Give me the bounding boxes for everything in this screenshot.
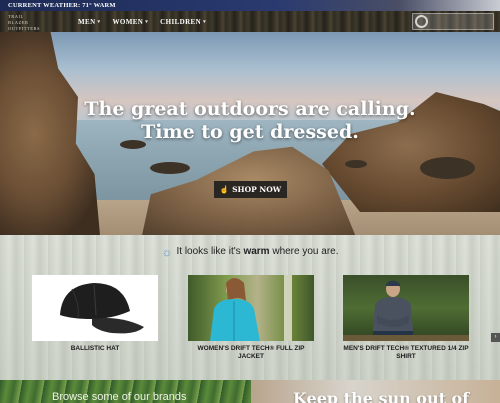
weather-message-prefix: It looks like it's xyxy=(176,246,244,257)
hat-illustration xyxy=(60,283,144,334)
product-image-womens-jacket[interactable] xyxy=(188,275,314,341)
search-icon[interactable] xyxy=(415,15,428,28)
hand-pointer-icon: ☝ xyxy=(219,185,230,194)
sun-icon: ☼ xyxy=(161,244,173,259)
nav-item-women[interactable]: WOMEN ▾ xyxy=(112,18,148,26)
jacket-illustration xyxy=(210,275,292,341)
weather-message-highlight: warm xyxy=(243,246,270,257)
weather-message-suffix: where you are. xyxy=(269,246,339,257)
chevron-down-icon: ▾ xyxy=(145,19,149,25)
search-input[interactable] xyxy=(412,13,494,30)
chevron-right-icon[interactable]: › xyxy=(491,333,500,342)
sun-protection-banner-text: Keep the sun out of xyxy=(293,389,470,403)
nav-item-label: WOMEN xyxy=(112,17,144,26)
hero-pebble xyxy=(345,160,367,168)
logo-line-1: TRAIL BLAZER xyxy=(8,14,29,25)
nav-item-label: CHILDREN xyxy=(160,17,202,26)
nav-links: MEN ▾ WOMEN ▾ CHILDREN ▾ xyxy=(78,11,206,32)
brands-banner[interactable]: Browse some of our brands xyxy=(0,380,251,403)
weather-message-text: It looks like it's warm where you are. xyxy=(177,246,339,257)
chevron-down-icon: ▾ xyxy=(97,19,101,25)
hero-title-line-1: The great outdoors are calling. xyxy=(84,98,416,120)
shop-now-button[interactable]: ☝ SHOP NOW xyxy=(214,181,287,198)
shop-now-label: SHOP NOW xyxy=(232,185,282,194)
product-image-ballistic-hat[interactable] xyxy=(32,275,158,341)
hero-pebble xyxy=(150,162,190,174)
brands-banner-text: Browse some of our brands xyxy=(52,391,187,403)
hero-title-line-2: Time to get dressed. xyxy=(141,121,359,143)
weather-bar-text: CURRENT WEATHER: 71° WARM xyxy=(8,2,116,9)
hero-pebble xyxy=(420,157,475,179)
weather-message: ☼ It looks like it's warm where you are. xyxy=(0,244,500,259)
product-title-mens-shirt[interactable]: MEN'S DRIFT TECH® TEXTURED 1/4 ZIP SHIRT xyxy=(343,345,469,361)
hero-title: The great outdoors are calling. Time to … xyxy=(0,98,500,144)
nav-item-men[interactable]: MEN ▾ xyxy=(78,18,100,26)
nav-item-label: MEN xyxy=(78,17,96,26)
weather-bar: CURRENT WEATHER: 71° WARM xyxy=(0,0,500,11)
site-logo[interactable]: TRAIL BLAZER OUTFITTERS xyxy=(8,14,44,31)
sun-protection-banner[interactable]: Keep the sun out of xyxy=(251,380,500,403)
hero-banner: The great outdoors are calling. Time to … xyxy=(0,32,500,235)
recommended-products: ☼ It looks like it's warm where you are.… xyxy=(0,235,500,380)
shirt-illustration xyxy=(343,280,469,341)
chevron-down-icon: ▾ xyxy=(203,19,207,25)
product-title-ballistic-hat[interactable]: BALLISTIC HAT xyxy=(32,345,158,353)
nav-item-children[interactable]: CHILDREN ▾ xyxy=(160,18,206,26)
product-image-mens-shirt[interactable] xyxy=(343,275,469,341)
product-title-womens-jacket[interactable]: WOMEN'S DRIFT TECH® FULL ZIP JACKET xyxy=(188,345,314,361)
